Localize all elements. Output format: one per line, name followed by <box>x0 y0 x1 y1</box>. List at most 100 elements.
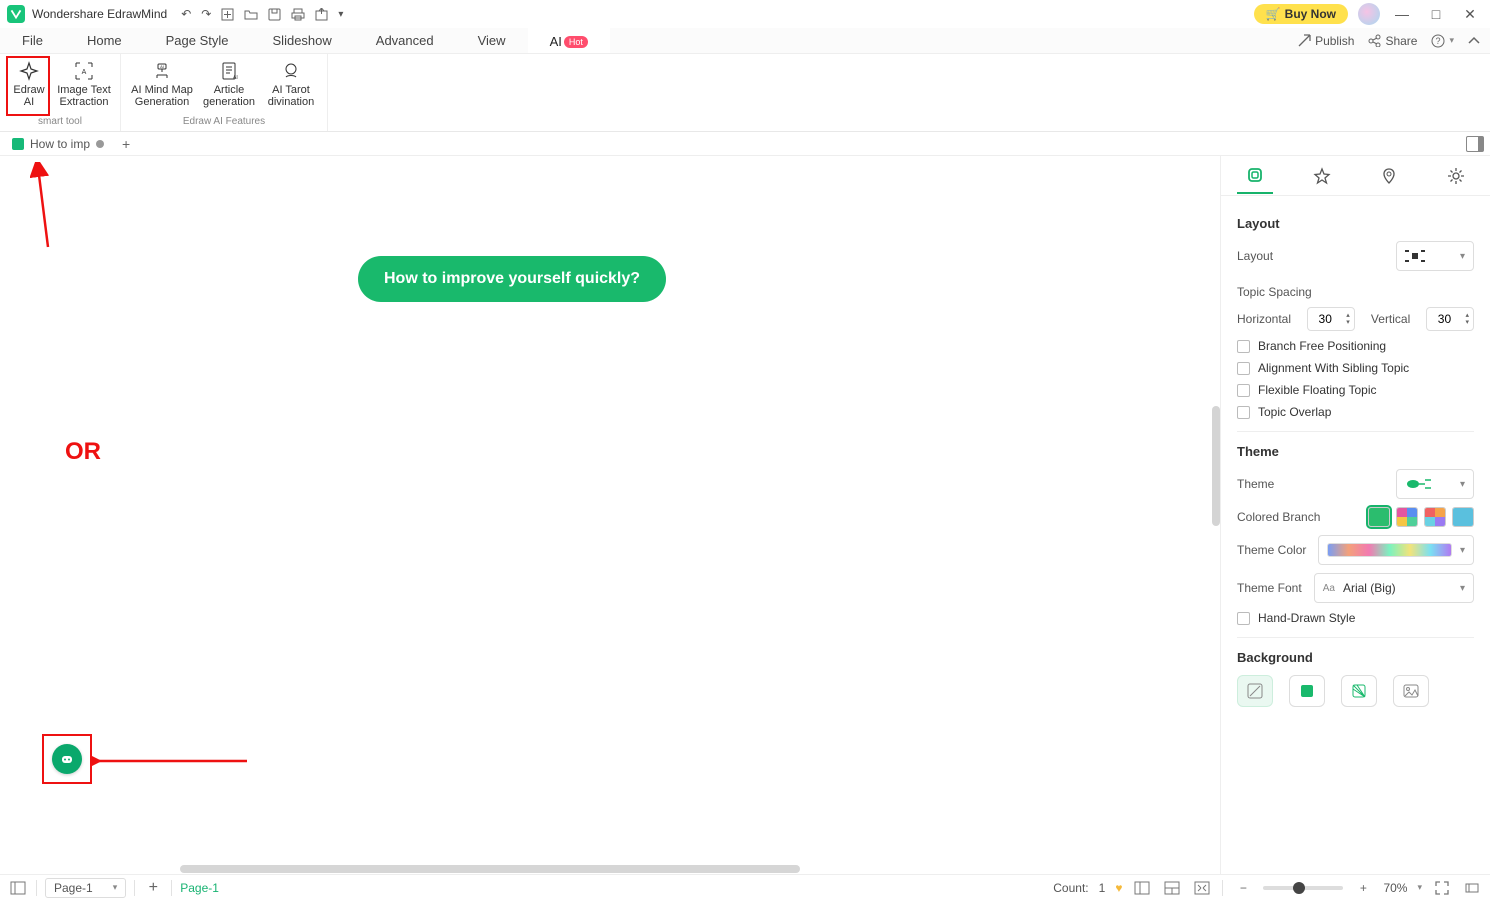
bg-pattern[interactable] <box>1341 675 1377 707</box>
save-icon[interactable] <box>268 8 281 21</box>
theme-font-select[interactable]: Aa Arial (Big) ▾ <box>1314 573 1474 603</box>
main-topic-node[interactable]: How to improve yourself quickly? <box>358 256 666 302</box>
edraw-ai-button[interactable]: Edraw AI <box>8 58 50 108</box>
view-mode-2-button[interactable] <box>1162 879 1182 897</box>
checkbox-icon <box>1237 362 1250 375</box>
vertical-scrollbar[interactable] <box>1212 156 1220 874</box>
horizontal-spinner[interactable]: ▴▾ <box>1307 307 1355 331</box>
article-generation-label: Article generation <box>201 84 257 108</box>
horizontal-scrollbar[interactable] <box>0 864 942 874</box>
bg-image[interactable] <box>1393 675 1429 707</box>
menu-file[interactable]: File <box>0 28 65 53</box>
ai-mind-map-generation-button[interactable]: AI AI Mind Map Generation <box>129 58 195 108</box>
menu-home[interactable]: Home <box>65 28 144 53</box>
image-text-extraction-icon: A <box>73 60 95 82</box>
window-close-button[interactable]: ✕ <box>1458 6 1482 23</box>
menu-slideshow[interactable]: Slideshow <box>251 28 354 53</box>
count-value: 1 <box>1099 881 1106 895</box>
horizontal-input[interactable] <box>1308 312 1342 326</box>
publish-label: Publish <box>1315 34 1354 48</box>
check-alignment-sibling[interactable]: Alignment With Sibling Topic <box>1237 361 1474 375</box>
spinner-down-icon[interactable]: ▾ <box>1465 319 1469 326</box>
vertical-input[interactable] <box>1427 312 1461 326</box>
ai-assistant-bubble[interactable] <box>52 744 82 774</box>
vertical-spinner[interactable]: ▴▾ <box>1426 307 1474 331</box>
focus-mode-button[interactable] <box>1462 879 1482 897</box>
add-document-button[interactable]: + <box>116 136 136 152</box>
ribbon-group-label-1: smart tool <box>38 116 82 129</box>
menu-advanced[interactable]: Advanced <box>354 28 456 53</box>
ai-tarot-button[interactable]: AI Tarot divination <box>263 58 319 108</box>
menu-view[interactable]: View <box>456 28 528 53</box>
open-file-icon[interactable] <box>244 8 258 20</box>
view-mode-1-button[interactable] <box>1132 879 1152 897</box>
new-file-icon[interactable] <box>221 8 234 21</box>
print-icon[interactable] <box>291 8 305 21</box>
check-branch-free[interactable]: Branch Free Positioning <box>1237 339 1474 353</box>
side-tab-layout[interactable] <box>1237 158 1273 194</box>
window-maximize-button[interactable]: □ <box>1424 6 1448 22</box>
chevron-down-icon: ▾ <box>1460 583 1465 594</box>
app-title: Wondershare EdrawMind <box>32 7 167 21</box>
export-icon[interactable] <box>315 8 328 21</box>
theme-font-value: Arial (Big) <box>1343 581 1396 595</box>
help-button[interactable]: ? ▾ <box>1431 34 1454 48</box>
add-page-button[interactable]: + <box>143 879 163 897</box>
spinner-up-icon[interactable]: ▴ <box>1465 312 1469 319</box>
theme-preview-icon <box>1405 476 1435 492</box>
menu-ai[interactable]: AI Hot <box>528 28 610 53</box>
document-tab[interactable]: How to imp <box>4 132 112 155</box>
zoom-slider[interactable] <box>1263 886 1343 890</box>
zoom-in-button[interactable]: + <box>1353 879 1373 897</box>
zoom-slider-thumb[interactable] <box>1293 882 1305 894</box>
cart-icon: 🛒 <box>1266 7 1281 21</box>
article-generation-button[interactable]: AI Article generation <box>201 58 257 108</box>
check-flexible-floating[interactable]: Flexible Floating Topic <box>1237 383 1474 397</box>
share-button[interactable]: Share <box>1368 34 1417 48</box>
spinner-up-icon[interactable]: ▴ <box>1346 312 1350 319</box>
zoom-value[interactable]: 70% <box>1383 881 1407 895</box>
spinner-down-icon[interactable]: ▾ <box>1346 319 1350 326</box>
branch-swatch-1[interactable] <box>1368 507 1390 527</box>
publish-button[interactable]: Publish <box>1298 34 1354 48</box>
vscroll-thumb[interactable] <box>1212 406 1220 526</box>
page-selector[interactable]: Page-1 ▾ <box>45 878 126 898</box>
menubar: File Home Page Style Slideshow Advanced … <box>0 28 1490 54</box>
app-logo <box>6 4 26 24</box>
layout-select[interactable]: ▾ <box>1396 241 1474 271</box>
undo-icon[interactable]: ↶ <box>181 7 191 21</box>
redo-icon[interactable]: ↷ <box>201 7 211 21</box>
collapse-ribbon-button[interactable] <box>1468 36 1480 46</box>
hscroll-thumb[interactable] <box>180 865 800 873</box>
theme-color-select[interactable]: ▾ <box>1318 535 1474 565</box>
branch-swatch-3[interactable] <box>1424 507 1446 527</box>
toggle-right-panel-button[interactable] <box>1466 136 1484 152</box>
bg-none[interactable] <box>1237 675 1273 707</box>
bg-color[interactable] <box>1289 675 1325 707</box>
branch-swatch-2[interactable] <box>1396 507 1418 527</box>
side-tab-style[interactable] <box>1304 158 1340 194</box>
outline-panel-button[interactable] <box>8 879 28 897</box>
window-minimize-button[interactable]: — <box>1390 6 1414 22</box>
fullscreen-button[interactable] <box>1432 879 1452 897</box>
theme-select[interactable]: ▾ <box>1396 469 1474 499</box>
side-tab-settings[interactable] <box>1438 158 1474 194</box>
qat-more-icon[interactable]: ▾ <box>338 9 343 20</box>
branch-swatch-4[interactable] <box>1452 507 1474 527</box>
check-hand-drawn[interactable]: Hand-Drawn Style <box>1237 611 1474 625</box>
fit-view-button[interactable] <box>1192 879 1212 897</box>
layout-preview-icon <box>1405 248 1425 264</box>
ribbon: Edraw AI A Image Text Extraction smart t… <box>0 54 1490 132</box>
menu-page-style[interactable]: Page Style <box>144 28 251 53</box>
image-text-extraction-button[interactable]: A Image Text Extraction <box>56 58 112 108</box>
user-avatar[interactable] <box>1358 3 1380 25</box>
ribbon-group-ai-features: AI AI Mind Map Generation AI Article gen… <box>121 54 328 131</box>
zoom-out-button[interactable]: − <box>1233 879 1253 897</box>
buy-now-button[interactable]: 🛒 Buy Now <box>1254 4 1348 24</box>
annotation-arrow-2 <box>92 751 252 771</box>
annotation-arrow-1 <box>30 162 60 252</box>
canvas[interactable]: How to improve yourself quickly? OR <box>0 156 1212 874</box>
check-topic-overlap[interactable]: Topic Overlap <box>1237 405 1474 419</box>
side-tab-map[interactable] <box>1371 158 1407 194</box>
page-tab[interactable]: Page-1 <box>180 881 219 895</box>
